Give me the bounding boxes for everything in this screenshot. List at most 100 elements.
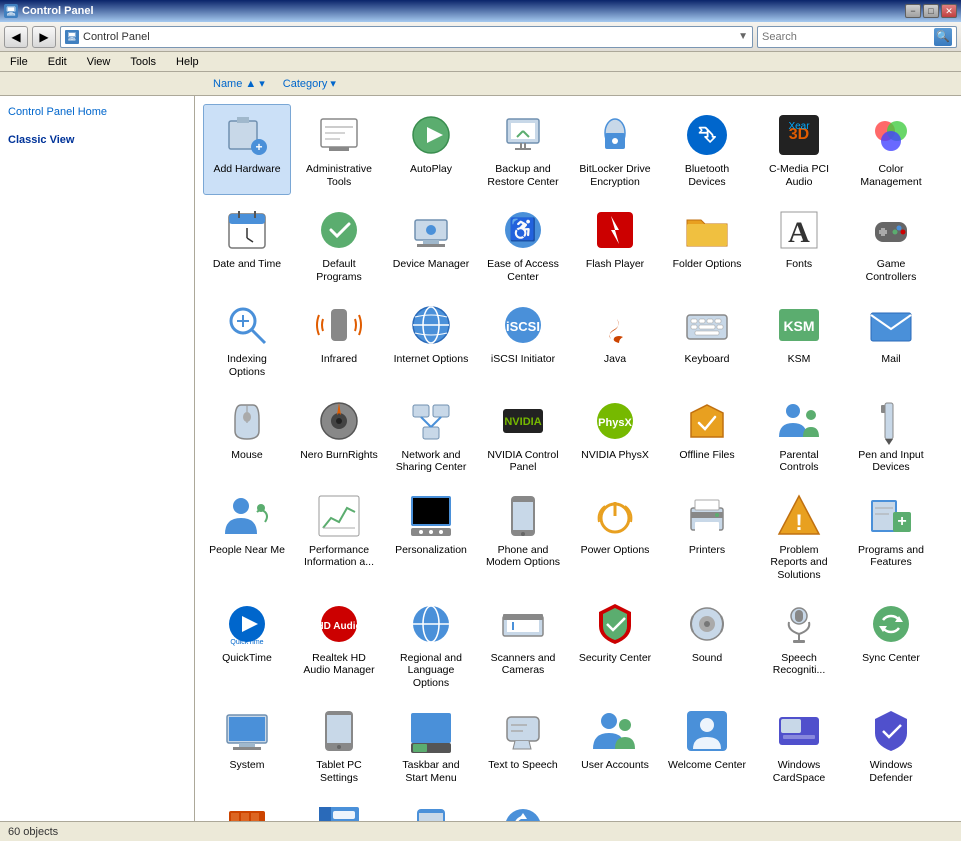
address-chevron-icon[interactable]: ▼ — [738, 31, 748, 42]
sidebar: Control Panel Home Classic View — [0, 96, 195, 821]
cp-item-pen-input[interactable]: Pen and Input Devices — [847, 390, 935, 481]
cp-item-ksm[interactable]: KSMKSM — [755, 294, 843, 385]
cp-item-fonts[interactable]: AFonts — [755, 199, 843, 290]
sort-category-dropdown[interactable]: ▾ — [330, 77, 336, 90]
cp-item-iscsi[interactable]: iSCSIiSCSI Initiator — [479, 294, 567, 385]
cp-item-regional[interactable]: Regional and Language Options — [387, 593, 475, 697]
main-layout: Control Panel Home Classic View +Add Har… — [0, 96, 961, 821]
cp-item-nvidia-cp[interactable]: NVIDIANVIDIA Control Panel — [479, 390, 567, 481]
cp-item-personalize[interactable]: Personalization — [387, 485, 475, 589]
cp-item-update[interactable]: Windows Update — [479, 796, 567, 822]
cp-item-device-mgr[interactable]: Device Manager — [387, 199, 475, 290]
cp-item-cardspace[interactable]: Windows CardSpace — [755, 700, 843, 791]
cp-item-performance[interactable]: Performance Information a... — [295, 485, 383, 589]
cp-item-realtek[interactable]: HD AudioRealtek HD Audio Manager — [295, 593, 383, 697]
forward-button[interactable]: ▶ — [32, 26, 56, 48]
sort-category-button[interactable]: Category ▾ — [278, 75, 341, 92]
sort-category-label: Category — [283, 78, 328, 90]
cp-item-nero[interactable]: Nero BurnRights — [295, 390, 383, 481]
cp-item-mouse[interactable]: Mouse — [203, 390, 291, 481]
cp-item-quicktime[interactable]: QuickTimeQuickTime — [203, 593, 291, 697]
parental-icon — [775, 397, 823, 445]
cp-item-network[interactable]: Network and Sharing Center — [387, 390, 475, 481]
cp-item-game-ctrl[interactable]: Game Controllers — [847, 199, 935, 290]
cp-item-security[interactable]: Security Center — [571, 593, 659, 697]
cp-item-internet-opts[interactable]: Internet Options — [387, 294, 475, 385]
sidebar-classic-link[interactable]: Classic View — [8, 132, 186, 148]
speech-icon — [775, 600, 823, 648]
cp-item-sidebar-props[interactable]: Windows Sidebar Properties — [295, 796, 383, 822]
cp-item-sound[interactable]: Sound — [663, 593, 751, 697]
sideshow-icon — [407, 803, 455, 822]
cp-item-firewall[interactable]: Windows Firewall — [203, 796, 291, 822]
cp-item-bitlocker[interactable]: BitLocker Drive Encryption — [571, 104, 659, 195]
cp-item-cmedia[interactable]: 3DXearC-Media PCI Audio — [755, 104, 843, 195]
cp-item-sideshow[interactable]: Windows SideShow — [387, 796, 475, 822]
cp-item-indexing[interactable]: Indexing Options — [203, 294, 291, 385]
search-input[interactable] — [762, 31, 930, 43]
cp-item-default-programs[interactable]: Default Programs — [295, 199, 383, 290]
mail-icon — [867, 301, 915, 349]
sidebar-home-link[interactable]: Control Panel Home — [8, 104, 186, 120]
sort-name-dropdown[interactable]: ▾ — [259, 77, 265, 90]
cp-item-add-hardware[interactable]: +Add Hardware — [203, 104, 291, 195]
menu-bar: File Edit View Tools Help — [0, 52, 961, 72]
bluetooth-icon: ⮷ — [683, 111, 731, 159]
cp-item-tablet-pc[interactable]: Tablet PC Settings — [295, 700, 383, 791]
cp-item-color-mgmt[interactable]: Color Management — [847, 104, 935, 195]
cp-item-scanners[interactable]: Scanners and Cameras — [479, 593, 567, 697]
maximize-button[interactable]: □ — [923, 4, 939, 18]
network-icon — [407, 397, 455, 445]
cp-item-keyboard[interactable]: Keyboard — [663, 294, 751, 385]
welcome-icon — [683, 707, 731, 755]
cp-item-programs[interactable]: +Programs and Features — [847, 485, 935, 589]
cp-item-phone-modem[interactable]: Phone and Modem Options — [479, 485, 567, 589]
cp-item-welcome[interactable]: Welcome Center — [663, 700, 751, 791]
tablet-pc-icon — [315, 707, 363, 755]
security-icon — [591, 600, 639, 648]
cp-item-infrared[interactable]: Infrared — [295, 294, 383, 385]
nvidia-phys-label: NVIDIA PhysX — [581, 449, 649, 462]
svg-text:PhysX: PhysX — [598, 417, 632, 429]
menu-tools[interactable]: Tools — [124, 54, 162, 70]
search-button[interactable]: 🔍 — [934, 28, 952, 46]
address-bar[interactable]: 🖥 Control Panel ▼ — [60, 26, 753, 48]
menu-view[interactable]: View — [81, 54, 117, 70]
cp-item-printers[interactable]: Printers — [663, 485, 751, 589]
cp-item-datetime[interactable]: Date and Time — [203, 199, 291, 290]
sort-name-button[interactable]: Name ▲ ▾ — [208, 75, 270, 92]
cp-item-autoplay[interactable]: AutoPlay — [387, 104, 475, 195]
cp-item-folder-opts[interactable]: Folder Options — [663, 199, 751, 290]
mouse-icon — [223, 397, 271, 445]
cp-item-ease-access[interactable]: ♿Ease of Access Center — [479, 199, 567, 290]
cp-item-speech[interactable]: Speech Recogniti... — [755, 593, 843, 697]
cp-item-taskbar[interactable]: Taskbar and Start Menu — [387, 700, 475, 791]
search-bar[interactable]: 🔍 — [757, 26, 957, 48]
menu-edit[interactable]: Edit — [42, 54, 73, 70]
cp-item-flash[interactable]: Flash Player — [571, 199, 659, 290]
problem-rpt-icon: ! — [775, 492, 823, 540]
cp-item-admin-tools[interactable]: Administrative Tools — [295, 104, 383, 195]
cp-item-parental[interactable]: Parental Controls — [755, 390, 843, 481]
cp-item-bluetooth[interactable]: ⮷Bluetooth Devices — [663, 104, 751, 195]
cp-item-defender[interactable]: Windows Defender — [847, 700, 935, 791]
people-near-label: People Near Me — [209, 544, 285, 557]
cp-item-java[interactable]: Java — [571, 294, 659, 385]
phone-modem-label: Phone and Modem Options — [484, 544, 562, 569]
cp-item-text-speech[interactable]: Text to Speech — [479, 700, 567, 791]
cp-item-sync-center[interactable]: Sync Center — [847, 593, 935, 697]
cp-item-backup[interactable]: Backup and Restore Center — [479, 104, 567, 195]
menu-file[interactable]: File — [4, 54, 34, 70]
close-button[interactable]: ✕ — [941, 4, 957, 18]
menu-help[interactable]: Help — [170, 54, 205, 70]
cp-item-mail[interactable]: Mail — [847, 294, 935, 385]
cp-item-nvidia-phys[interactable]: PhysX NVIDIA PhysX — [571, 390, 659, 481]
cp-item-people-near[interactable]: People Near Me — [203, 485, 291, 589]
back-button[interactable]: ◀ — [4, 26, 28, 48]
cp-item-power[interactable]: Power Options — [571, 485, 659, 589]
cp-item-user-accts[interactable]: User Accounts — [571, 700, 659, 791]
cp-item-offline[interactable]: Offline Files — [663, 390, 751, 481]
cp-item-problem-rpt[interactable]: !Problem Reports and Solutions — [755, 485, 843, 589]
cp-item-system[interactable]: System — [203, 700, 291, 791]
minimize-button[interactable]: − — [905, 4, 921, 18]
